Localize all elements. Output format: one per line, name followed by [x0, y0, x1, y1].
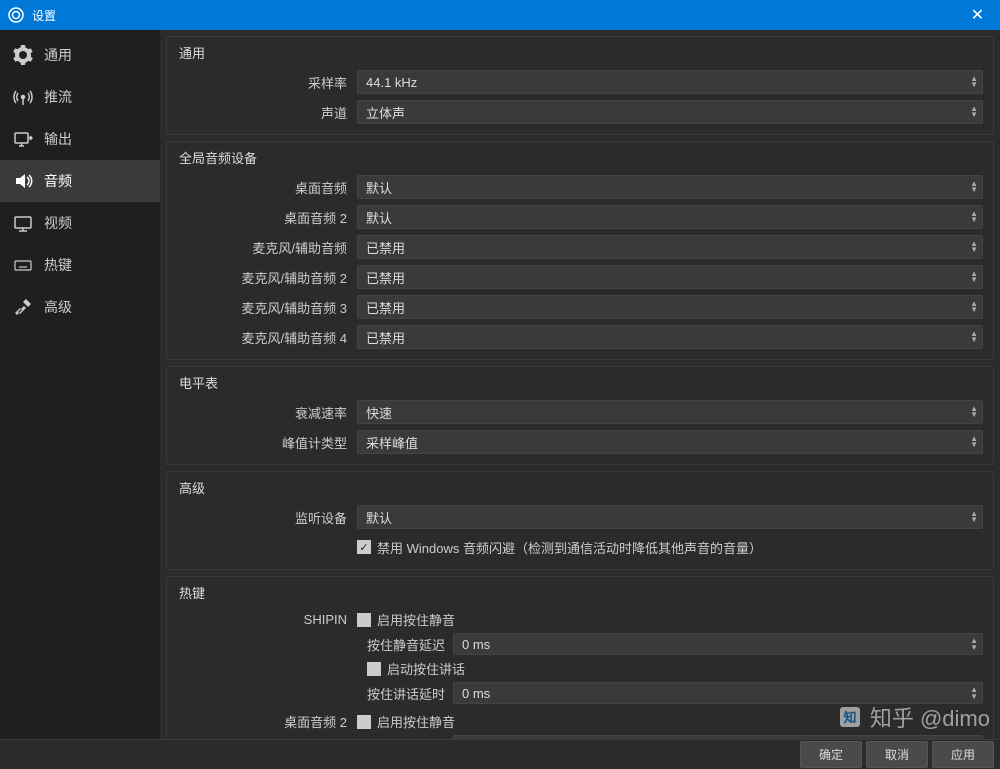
mic1-label: 麦克风/辅助音频	[177, 238, 357, 257]
channel-select[interactable]: 立体声 ▲▼	[357, 100, 983, 124]
mic1-select[interactable]: 已禁用▲▼	[357, 235, 983, 259]
output-icon	[12, 128, 34, 150]
mic2-label: 麦克风/辅助音频 2	[177, 268, 357, 287]
obs-icon	[8, 7, 24, 23]
mic3-label: 麦克风/辅助音频 3	[177, 298, 357, 317]
sidebar-item-label: 视频	[44, 213, 72, 233]
ptmute-delay-spinner[interactable]: 0 ms▲▼	[453, 633, 983, 655]
pttalk-delay-spinner[interactable]: 0 ms▲▼	[453, 682, 983, 704]
sample-rate-label: 采样率	[177, 73, 357, 92]
section-title: 通用	[177, 43, 983, 62]
section-title: 高级	[177, 478, 983, 497]
g2-ptmute-delay-label: 按住静音延迟	[367, 737, 445, 740]
sidebar-item-label: 音频	[44, 171, 72, 191]
ptmute-delay-label: 按住静音延迟	[367, 635, 445, 654]
desktop-audio2-select[interactable]: 默认▲▼	[357, 205, 983, 229]
ducking-label: 禁用 Windows 音频闪避（检测到通信活动时降低其他声音的音量）	[377, 538, 762, 557]
ducking-checkbox[interactable]: ✓	[357, 540, 371, 554]
sidebar: 通用 推流 输出 音频 视频	[0, 30, 160, 739]
desktop-audio2-label: 桌面音频 2	[177, 208, 357, 227]
g2-ptmute-checkbox[interactable]	[357, 715, 371, 729]
peak-label: 峰值计类型	[177, 433, 357, 452]
window-title: 设置	[32, 7, 56, 24]
sidebar-item-advanced[interactable]: 高级	[0, 286, 160, 328]
sidebar-item-hotkeys[interactable]: 热键	[0, 244, 160, 286]
sidebar-item-audio[interactable]: 音频	[0, 160, 160, 202]
sidebar-item-label: 热键	[44, 255, 72, 275]
tools-icon	[12, 296, 34, 318]
audio-icon	[12, 170, 34, 192]
pttalk-checkbox[interactable]	[367, 662, 381, 676]
pttalk-delay-label: 按住讲话延时	[367, 684, 445, 703]
section-title: 电平表	[177, 373, 983, 392]
main-container: 通用 推流 输出 音频 视频	[0, 30, 1000, 739]
titlebar: 设置 ✕	[0, 0, 1000, 30]
section-devices: 全局音频设备 桌面音频默认▲▼ 桌面音频 2默认▲▼ 麦克风/辅助音频已禁用▲▼…	[166, 141, 994, 360]
section-title: 热键	[177, 583, 983, 602]
section-hotkeys: 热键 SHIPIN 启用按住静音 按住静音延迟 0 ms▲▼ 启动按住讲话 按住	[166, 576, 994, 739]
keyboard-icon	[12, 254, 34, 276]
decay-label: 衰减速率	[177, 403, 357, 422]
pttalk-label: 启动按住讲话	[387, 659, 465, 678]
desktop-audio-select[interactable]: 默认▲▼	[357, 175, 983, 199]
monitor-label: 监听设备	[177, 508, 357, 527]
mic3-select[interactable]: 已禁用▲▼	[357, 295, 983, 319]
section-advanced: 高级 监听设备默认▲▼ ✓ 禁用 Windows 音频闪避（检测到通信活动时降低…	[166, 471, 994, 570]
footer: 确定 取消 应用	[0, 739, 1000, 769]
decay-select[interactable]: 快速▲▼	[357, 400, 983, 424]
sidebar-item-video[interactable]: 视频	[0, 202, 160, 244]
content-panel: 通用 采样率 44.1 kHz ▲▼ 声道 立体声 ▲▼	[160, 30, 1000, 739]
ptmute-label: 启用按住静音	[377, 610, 455, 629]
desktop-audio-label: 桌面音频	[177, 178, 357, 197]
sidebar-item-stream[interactable]: 推流	[0, 76, 160, 118]
monitor-select[interactable]: 默认▲▼	[357, 505, 983, 529]
mic2-select[interactable]: 已禁用▲▼	[357, 265, 983, 289]
apply-button[interactable]: 应用	[932, 741, 994, 768]
sample-rate-select[interactable]: 44.1 kHz ▲▼	[357, 70, 983, 94]
section-title: 全局音频设备	[177, 148, 983, 167]
peak-select[interactable]: 采样峰值▲▼	[357, 430, 983, 454]
sidebar-item-label: 高级	[44, 297, 72, 317]
sidebar-item-output[interactable]: 输出	[0, 118, 160, 160]
sidebar-item-label: 推流	[44, 87, 72, 107]
sidebar-item-general[interactable]: 通用	[0, 34, 160, 76]
hotkey-group2-label: 桌面音频 2	[177, 712, 357, 731]
ptmute-checkbox[interactable]	[357, 613, 371, 627]
sidebar-item-label: 通用	[44, 45, 72, 65]
g2-ptmute-label: 启用按住静音	[377, 712, 455, 731]
sidebar-item-label: 输出	[44, 129, 72, 149]
ok-button[interactable]: 确定	[800, 741, 862, 768]
mic4-select[interactable]: 已禁用▲▼	[357, 325, 983, 349]
section-meters: 电平表 衰减速率快速▲▼ 峰值计类型采样峰值▲▼	[166, 366, 994, 465]
gear-icon	[12, 44, 34, 66]
channel-label: 声道	[177, 103, 357, 122]
close-button[interactable]: ✕	[955, 0, 1000, 30]
hotkey-group1-label: SHIPIN	[177, 612, 357, 627]
g2-ptmute-delay-spinner[interactable]: 0 ms▲▼	[453, 735, 983, 739]
stream-icon	[12, 86, 34, 108]
video-icon	[12, 212, 34, 234]
mic4-label: 麦克风/辅助音频 4	[177, 328, 357, 347]
section-general: 通用 采样率 44.1 kHz ▲▼ 声道 立体声 ▲▼	[166, 36, 994, 135]
cancel-button[interactable]: 取消	[866, 741, 928, 768]
